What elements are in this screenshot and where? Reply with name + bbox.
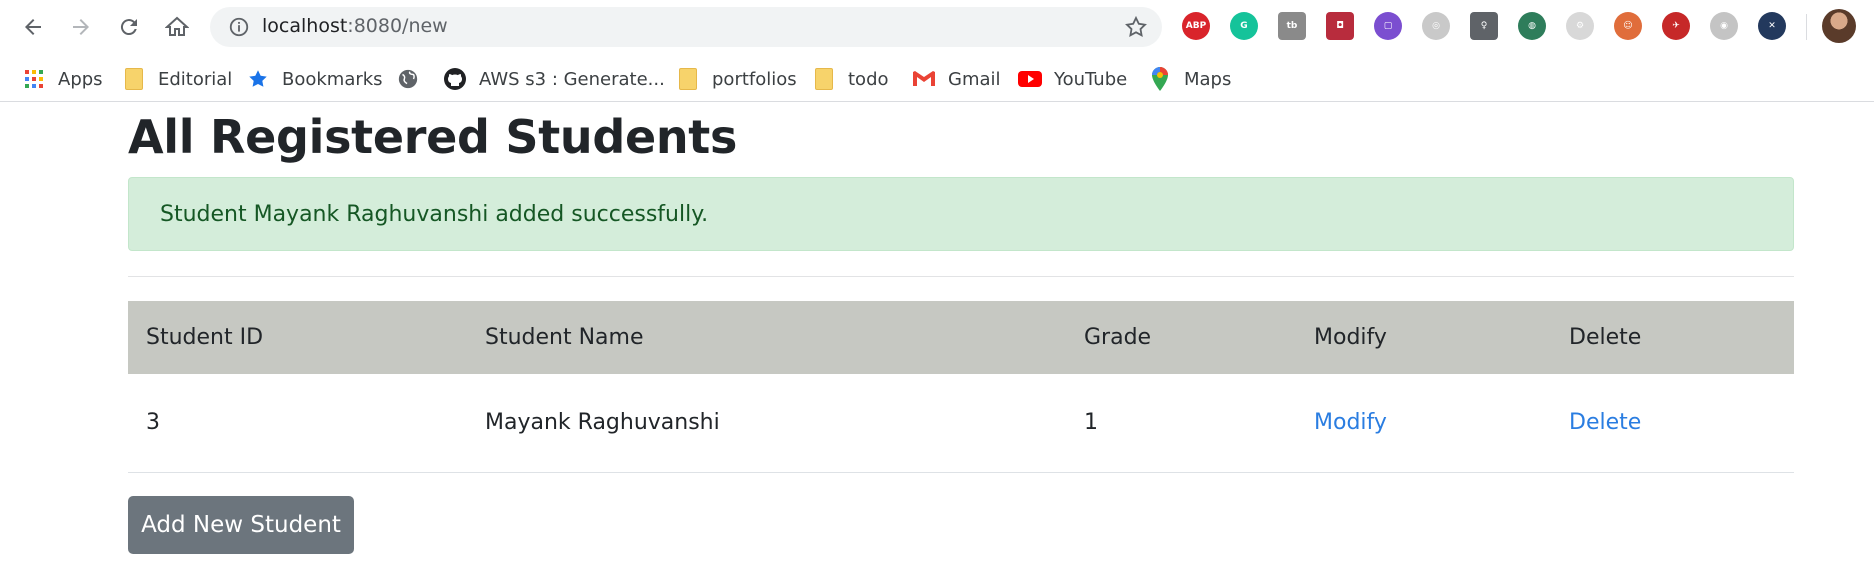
home-button[interactable] bbox=[160, 10, 194, 44]
toolbar-divider bbox=[1806, 14, 1807, 40]
bookmark-star-icon[interactable] bbox=[1124, 15, 1148, 39]
globe-ext-icon[interactable]: ◍ bbox=[1518, 12, 1546, 40]
header-student-name: Student Name bbox=[485, 325, 644, 350]
table-header-row: Student ID Student Name Grade Modify Del… bbox=[128, 301, 1794, 374]
grey-ext-icon[interactable]: ⚙ bbox=[1566, 12, 1594, 40]
bookmark-maps[interactable]: Maps bbox=[1148, 65, 1231, 93]
cell-delete: Delete bbox=[1551, 374, 1794, 472]
folder-icon bbox=[122, 67, 146, 91]
url-path: :8080/new bbox=[347, 15, 448, 37]
back-button[interactable] bbox=[16, 10, 50, 44]
modify-link[interactable]: Modify bbox=[1314, 410, 1387, 435]
dark-ext-icon[interactable]: ✕ bbox=[1758, 12, 1786, 40]
bookmark-editorial[interactable]: Editorial bbox=[122, 65, 232, 93]
alert-message: Student Mayank Raghuvanshi added success… bbox=[160, 201, 709, 227]
bookmarks-bar: Apps Editorial Bookmarks AWS s3 : Genera… bbox=[0, 56, 1874, 102]
github-icon bbox=[443, 67, 467, 91]
gmail-icon bbox=[912, 67, 936, 91]
cell-grade: 1 bbox=[1084, 410, 1098, 436]
success-alert: Student Mayank Raghuvanshi added success… bbox=[128, 177, 1794, 251]
cell-modify: Modify bbox=[1296, 374, 1551, 472]
info-icon[interactable] bbox=[228, 16, 250, 38]
youtube-icon bbox=[1018, 67, 1042, 91]
table-row: 3 Mayank Raghuvanshi 1 Modify Delete bbox=[128, 374, 1794, 472]
url-text[interactable]: localhost:8080/new bbox=[262, 15, 448, 37]
folder-icon bbox=[812, 67, 836, 91]
grammarly-icon[interactable]: G bbox=[1230, 12, 1258, 40]
bookmark-globe[interactable] bbox=[396, 65, 432, 93]
students-table: Student ID Student Name Grade Modify Del… bbox=[128, 301, 1794, 473]
bookmark-label: todo bbox=[848, 68, 889, 90]
reload-icon bbox=[120, 19, 137, 36]
bookmark-bookmarks[interactable]: Bookmarks bbox=[246, 65, 383, 93]
delete-link[interactable]: Delete bbox=[1569, 410, 1641, 435]
address-bar[interactable]: localhost:8080/new bbox=[210, 7, 1162, 47]
bookmark-aws[interactable]: AWS s3 : Generate... bbox=[443, 65, 665, 93]
bookmark-label: Editorial bbox=[158, 68, 233, 90]
bookmark-gmail[interactable]: Gmail bbox=[912, 65, 1001, 93]
bookmark-label: YouTube bbox=[1054, 68, 1128, 90]
header-student-id: Student ID bbox=[146, 325, 264, 350]
bookmark-label: Bookmarks bbox=[282, 68, 383, 90]
arrow-left-icon bbox=[25, 19, 41, 35]
header-delete: Delete bbox=[1569, 325, 1642, 350]
globe-icon bbox=[396, 67, 420, 91]
arrow-right-icon bbox=[73, 19, 89, 35]
forward-button[interactable] bbox=[64, 10, 98, 44]
adblock-plus-icon[interactable]: ABP bbox=[1182, 12, 1210, 40]
home-icon bbox=[165, 16, 189, 36]
markup-icon[interactable]: ▢ bbox=[1374, 12, 1402, 40]
red-ext-icon[interactable]: ✈ bbox=[1662, 12, 1690, 40]
bookmark-apps[interactable]: Apps bbox=[22, 65, 103, 93]
tb-icon[interactable]: tb bbox=[1278, 12, 1306, 40]
keep-icon[interactable]: ♀ bbox=[1470, 12, 1498, 40]
url-host: localhost bbox=[262, 15, 348, 37]
cell-student-name: Mayank Raghuvanshi bbox=[485, 410, 720, 436]
apps-grid-icon bbox=[22, 67, 46, 91]
folder-icon bbox=[676, 67, 700, 91]
page-title: All Registered Students bbox=[128, 110, 738, 164]
reload-button[interactable] bbox=[112, 10, 146, 44]
bookmark-label: Maps bbox=[1184, 68, 1232, 90]
star-icon bbox=[246, 67, 270, 91]
pocket-icon[interactable]: ◘ bbox=[1326, 12, 1354, 40]
divider bbox=[128, 276, 1794, 277]
add-new-student-button[interactable]: Add New Student bbox=[128, 495, 354, 554]
bookmark-youtube[interactable]: YouTube bbox=[1018, 65, 1127, 93]
maps-icon bbox=[1148, 67, 1172, 91]
bookmark-todo[interactable]: todo bbox=[812, 65, 889, 93]
bookmark-label: Apps bbox=[58, 68, 103, 90]
bookmark-label: AWS s3 : Generate... bbox=[479, 68, 665, 90]
circle-ext-icon[interactable]: ◎ bbox=[1422, 12, 1450, 40]
header-grade: Grade bbox=[1084, 325, 1152, 350]
header-modify: Modify bbox=[1314, 325, 1387, 350]
page-content: All Registered Students Student Mayank R… bbox=[128, 103, 1794, 554]
face-ext-icon[interactable]: ☺ bbox=[1614, 12, 1642, 40]
profile-avatar[interactable] bbox=[1822, 9, 1856, 43]
bookmark-label: Gmail bbox=[948, 68, 1001, 90]
browser-toolbar: localhost:8080/new ABP Gtb ◘ ▢ ◎ ♀ ◍ ⚙ ☺ ✈ ◉ ✕ bbox=[0, 0, 1874, 54]
cam-ext-icon[interactable]: ◉ bbox=[1710, 12, 1738, 40]
bookmark-label: portfolios bbox=[712, 68, 797, 90]
bookmark-portfolios[interactable]: portfolios bbox=[676, 65, 797, 93]
cell-student-id: 3 bbox=[146, 410, 160, 436]
